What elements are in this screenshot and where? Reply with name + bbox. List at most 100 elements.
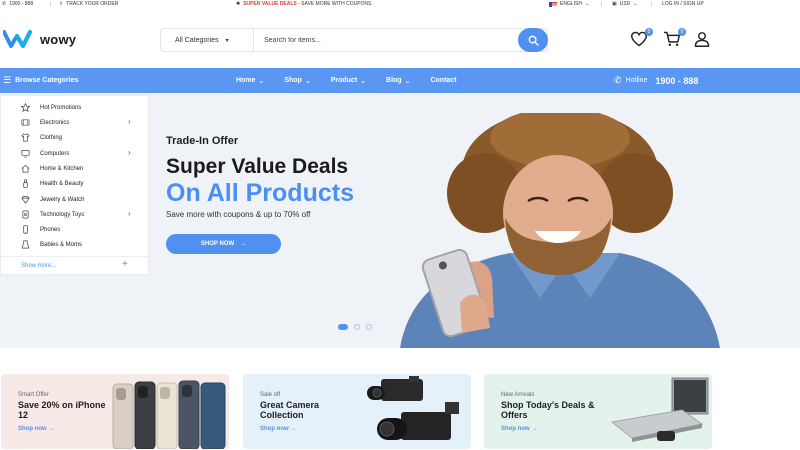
chevron-down-icon: ⌄ [584, 1, 590, 7]
divider [651, 1, 652, 7]
monitor-icon [21, 149, 30, 158]
category-item-babies-moms[interactable]: Babies & Moms [1, 237, 150, 252]
logo-text: wowy [40, 31, 77, 47]
shirt-icon [21, 133, 30, 142]
promo-card-title: Save 20% on iPhone 12 [18, 400, 106, 420]
chevron-down-icon: ⌄ [258, 77, 265, 85]
search-input[interactable] [254, 29, 547, 51]
slider-dot-3[interactable] [366, 324, 372, 330]
track-order-link[interactable]: ⇪ TRACK YOUR ORDER [59, 1, 118, 7]
category-item-hot-promotions[interactable]: Hot Promotions [1, 100, 150, 115]
search-bar: All Categories ▾ [160, 28, 548, 52]
promo-card-title: Great Camera Collection [260, 400, 320, 420]
nav-home[interactable]: Home ⌄ [236, 77, 264, 85]
login-signup-link[interactable]: LOG IN / SIGN UP [662, 1, 704, 7]
promo-highlight: SUPER VALUE DEALS [243, 1, 297, 7]
category-menu: Hot Promotions Electronics › Clothing Co… [0, 95, 149, 275]
shop-now-button[interactable]: SHOP NOW → [166, 234, 281, 254]
category-item-computers[interactable]: Computers › [1, 146, 150, 161]
arrow-right-icon: → [48, 426, 55, 432]
us-flag-icon [549, 1, 557, 7]
star-icon [21, 103, 30, 112]
main-nav: ☰ Browse Categories Home ⌄ Shop ⌄ Product ⌄… [0, 68, 800, 93]
baby-icon [21, 240, 30, 249]
hotline-number: 1900 - 888 [655, 75, 699, 86]
search-category-select[interactable]: All Categories ▾ [161, 29, 254, 51]
chevron-down-icon: ⌄ [404, 77, 411, 85]
category-item-clothing[interactable]: Clothing [1, 130, 150, 145]
logo-mark-icon [3, 30, 32, 48]
chevron-right-icon: › [128, 148, 131, 157]
show-more-link[interactable]: Show more... [21, 263, 56, 269]
promo-card-kicker: Sale off [260, 392, 281, 398]
home-icon [21, 164, 30, 173]
plus-icon[interactable]: + [122, 259, 128, 270]
nav-shop[interactable]: Shop ⌄ [284, 77, 310, 85]
wishlist-count-badge: 0 [645, 28, 653, 36]
bottle-icon [23, 179, 28, 188]
phone-icon: ✆ [2, 1, 7, 7]
nav-product[interactable]: Product ⌄ [331, 77, 366, 85]
account-button[interactable] [694, 31, 714, 49]
category-item-home-kitchen[interactable]: Home & Kitchen [1, 161, 150, 176]
currency-selector[interactable]: ▣ USD ⌄ [612, 1, 638, 7]
hero-subtitle: Save more with coupons & up to 70% off [166, 210, 311, 219]
nav-contact[interactable]: Contact [430, 77, 456, 84]
slider-dot-1[interactable] [338, 324, 348, 330]
promo-card-deals[interactable]: New Arrivals Shop Today's Deals & Offers… [484, 374, 712, 449]
header: wowy All Categories ▾ 0 0 [0, 14, 800, 66]
arrow-right-icon: → [240, 241, 247, 247]
promo-banner: ✺ SUPER VALUE DEALS - SAVE MORE WITH COU… [236, 1, 371, 7]
wishlist-button[interactable]: 0 [630, 28, 653, 49]
diamond-icon [21, 195, 30, 204]
arrow-right-icon: → [531, 426, 538, 432]
slider-dot-2[interactable] [354, 324, 360, 330]
camera-product-image [367, 376, 459, 440]
divider [601, 1, 602, 7]
category-item-phones[interactable]: Phones [1, 222, 150, 237]
chevron-down-icon: ⌄ [304, 77, 311, 85]
hero-kicker: Trade-In Offer [166, 135, 239, 147]
shop-now-link[interactable]: Shop now → [260, 426, 296, 432]
divider [1, 256, 148, 257]
chevron-down-icon: ⌄ [633, 1, 638, 7]
nav-links: Home ⌄ Shop ⌄ Product ⌄ Blog ⌄ Contact [236, 68, 477, 93]
topbar-phone: ✆ 1900 - 888 [2, 1, 34, 7]
chevron-down-icon: ⌄ [360, 77, 367, 85]
laptop-product-image [610, 377, 709, 442]
chevron-down-icon: ▾ [225, 37, 229, 44]
phone-icon: ✆ [614, 75, 622, 85]
logo[interactable]: wowy [3, 30, 76, 48]
chevron-right-icon: › [128, 209, 131, 218]
promo-card-kicker: Smart Offer [18, 392, 49, 398]
category-item-electronics[interactable]: Electronics › [1, 115, 150, 130]
browse-categories-button[interactable]: ☰ Browse Categories [3, 68, 79, 93]
cart-button[interactable]: 0 [663, 28, 686, 49]
iphone-product-image [112, 380, 226, 449]
divider [50, 1, 51, 7]
nav-blog[interactable]: Blog ⌄ [386, 77, 410, 85]
hero-title-highlight: On All Products [166, 179, 354, 207]
shop-now-link[interactable]: Shop now → [501, 426, 537, 432]
shop-now-link[interactable]: Shop now → [18, 426, 54, 432]
menu-icon: ☰ [3, 75, 12, 85]
gamepad-icon [22, 210, 29, 219]
promo-text: - SAVE MORE WITH COUPONS [296, 1, 372, 7]
search-button[interactable] [518, 28, 548, 52]
truck-icon: ⇪ [59, 1, 64, 7]
top-bar: ✆ 1900 - 888 ⇪ TRACK YOUR ORDER ✺ SUPER … [0, 0, 800, 8]
promo-card-iphone[interactable]: Smart Offer Save 20% on iPhone 12 Shop n… [1, 374, 229, 449]
category-item-technology-toys[interactable]: Technology Toys › [1, 207, 150, 222]
promo-card-title: Shop Today's Deals & Offers [501, 400, 595, 420]
language-selector[interactable]: ENGLISH ⌄ [549, 1, 589, 7]
user-icon [694, 32, 710, 47]
promo-card-camera[interactable]: Sale off Great Camera Collection Shop no… [243, 374, 471, 449]
slider-pagination [338, 324, 372, 330]
category-item-jewelry-watch[interactable]: Jewelry & Watch [1, 192, 150, 207]
sparkle-icon: ✺ [236, 1, 241, 7]
promo-card-kicker: New Arrivals [501, 392, 535, 398]
phone-icon [23, 225, 28, 234]
category-item-health-beauty[interactable]: Health & Beauty [1, 176, 150, 191]
hero-model-image [400, 113, 720, 348]
cart-count-badge: 0 [678, 28, 686, 36]
